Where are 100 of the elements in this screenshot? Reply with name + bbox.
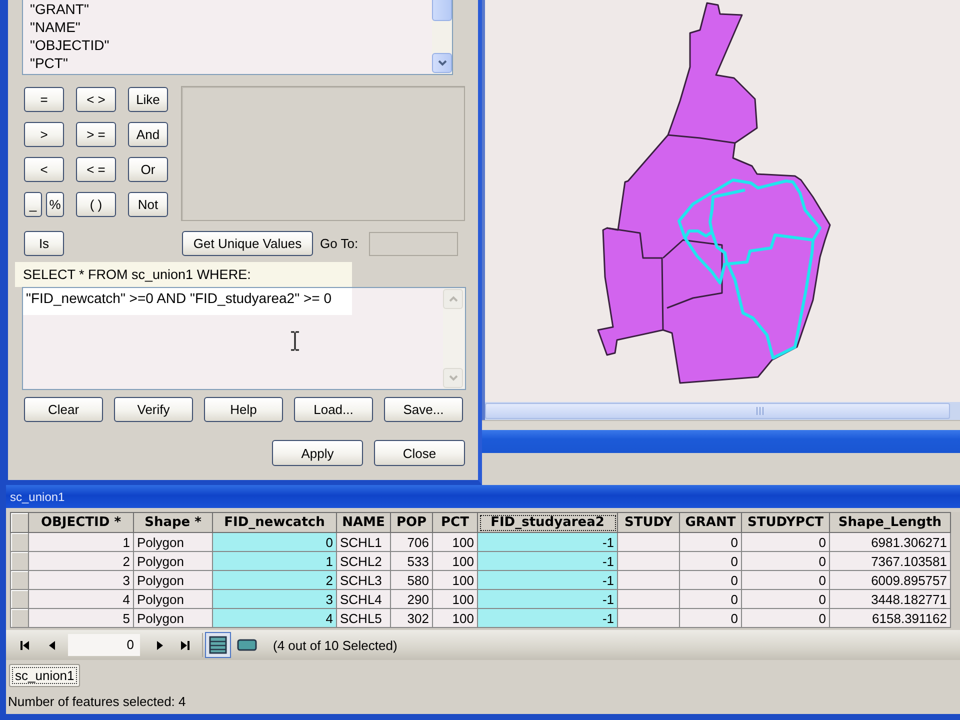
- skip-end-icon: [180, 640, 190, 650]
- column-header[interactable]: PCT: [432, 512, 478, 532]
- column-header[interactable]: POP: [390, 512, 432, 532]
- table-cell: Polygon: [134, 590, 212, 608]
- table-corner: [10, 512, 28, 532]
- table-cell: 3: [212, 590, 336, 608]
- layer-tab[interactable]: sc_union1: [9, 664, 80, 686]
- row-selector[interactable]: [10, 608, 28, 628]
- column-header[interactable]: FID_studyarea2: [478, 512, 618, 532]
- chevron-down-icon: [448, 375, 458, 381]
- operator-button[interactable]: ( ): [76, 192, 116, 217]
- field-list-item[interactable]: "PCT": [30, 54, 432, 72]
- skip-start-icon: [20, 640, 30, 650]
- operator-button[interactable]: > =: [76, 122, 116, 147]
- table-cell: 2: [28, 552, 134, 570]
- chevron-up-icon: [448, 296, 458, 302]
- record-number-field[interactable]: 0: [68, 634, 140, 656]
- table-cell: -1: [478, 590, 618, 608]
- table-cell: 100: [432, 532, 478, 552]
- sql-expression-field[interactable]: "FID_newcatch" >=0 AND "FID_studyarea2" >= 0: [22, 287, 466, 390]
- column-header[interactable]: STUDY: [618, 512, 680, 532]
- operator-button[interactable]: Like: [128, 87, 168, 112]
- operator-button[interactable]: Is: [24, 231, 64, 256]
- table-cell: 100: [432, 608, 478, 628]
- table-cell: 6009.895757: [830, 570, 950, 590]
- operator-button[interactable]: %: [46, 192, 64, 217]
- table-cell: 6158.391162: [830, 608, 950, 628]
- go-to-label: Go To:: [320, 236, 360, 251]
- grip-icon: [756, 407, 764, 415]
- show-all-records-button[interactable]: [205, 632, 231, 658]
- operator-button[interactable]: And: [128, 122, 168, 147]
- table-cell: 706: [390, 532, 432, 552]
- table-cell: SCHL3: [336, 570, 390, 590]
- close-button[interactable]: Close: [374, 440, 465, 466]
- field-list-item[interactable]: "NAME": [30, 18, 432, 36]
- table-cell: 0: [680, 608, 742, 628]
- table-cell: 4: [212, 608, 336, 628]
- table-cell: Polygon: [134, 552, 212, 570]
- table-cell: 3448.182771: [830, 590, 950, 608]
- window-title: sc_union1: [10, 490, 65, 504]
- table-cell: 0: [680, 590, 742, 608]
- selection-count: (4 out of 10 Selected): [273, 638, 398, 652]
- table-cell: 3: [28, 570, 134, 590]
- field-list[interactable]: "GRANT" "NAME" "OBJECTID" "PCT": [22, 0, 453, 75]
- column-header[interactable]: NAME: [336, 512, 390, 532]
- help-button[interactable]: Help: [204, 397, 283, 422]
- table-cell: 4: [28, 590, 134, 608]
- operator-button[interactable]: < =: [76, 157, 116, 182]
- clear-button[interactable]: Clear: [24, 397, 103, 422]
- operator-button[interactable]: Or: [128, 157, 168, 182]
- table-cell: 1: [28, 532, 134, 552]
- row-selector[interactable]: [10, 570, 28, 590]
- vertical-scrollbar[interactable]: [432, 0, 452, 74]
- field-list-item[interactable]: "OBJECTID": [30, 36, 432, 54]
- column-header[interactable]: Shape_Length: [830, 512, 950, 532]
- go-to-field[interactable]: [369, 232, 458, 256]
- left-triangle-icon: [48, 640, 58, 650]
- table-cell: 100: [432, 570, 478, 590]
- column-header[interactable]: STUDYPCT: [742, 512, 830, 532]
- status-text: Number of features selected: 4: [8, 694, 186, 709]
- table-cell: 0: [742, 590, 830, 608]
- save-button[interactable]: Save...: [384, 397, 463, 422]
- row-selector[interactable]: [10, 532, 28, 552]
- table-cell: 580: [390, 570, 432, 590]
- get-unique-values-button[interactable]: Get Unique Values: [182, 231, 313, 256]
- table-cell: 290: [390, 590, 432, 608]
- operator-button[interactable]: Not: [128, 192, 168, 217]
- table-cell: 100: [432, 552, 478, 570]
- operator-button[interactable]: =: [24, 87, 64, 112]
- scroll-thumb[interactable]: [432, 0, 452, 21]
- table-cell: Polygon: [134, 532, 212, 552]
- operator-button[interactable]: >: [24, 122, 64, 147]
- single-row-icon: [237, 639, 257, 651]
- field-list-item[interactable]: "GRANT": [30, 0, 432, 18]
- scroll-down-button[interactable]: [432, 53, 452, 73]
- table-cell: 0: [742, 552, 830, 570]
- table-cell: 0: [680, 552, 742, 570]
- operator-button[interactable]: <: [24, 157, 64, 182]
- column-header[interactable]: Shape *: [134, 512, 212, 532]
- operator-button[interactable]: < >: [76, 87, 116, 112]
- table-cell: 533: [390, 552, 432, 570]
- table-cell: 0: [742, 532, 830, 552]
- table-cell: 302: [390, 608, 432, 628]
- row-selector[interactable]: [10, 552, 28, 570]
- table-cell: 100: [432, 590, 478, 608]
- table-cell: 2: [212, 570, 336, 590]
- sql-prefix-label: SELECT * FROM sc_union1 WHERE:: [15, 262, 352, 287]
- column-header[interactable]: OBJECTID *: [28, 512, 134, 532]
- table-cell: 5: [28, 608, 134, 628]
- table-cell: Polygon: [134, 570, 212, 590]
- apply-button[interactable]: Apply: [272, 440, 363, 466]
- table-cell: 0: [680, 570, 742, 590]
- column-header[interactable]: FID_newcatch: [212, 512, 336, 532]
- column-header[interactable]: GRANT: [680, 512, 742, 532]
- load-button[interactable]: Load...: [294, 397, 373, 422]
- row-selector[interactable]: [10, 590, 28, 608]
- operator-button[interactable]: _: [24, 192, 42, 217]
- table-cell: 0: [680, 532, 742, 552]
- verify-button[interactable]: Verify: [114, 397, 193, 422]
- table-cell: 6981.306271: [830, 532, 950, 552]
